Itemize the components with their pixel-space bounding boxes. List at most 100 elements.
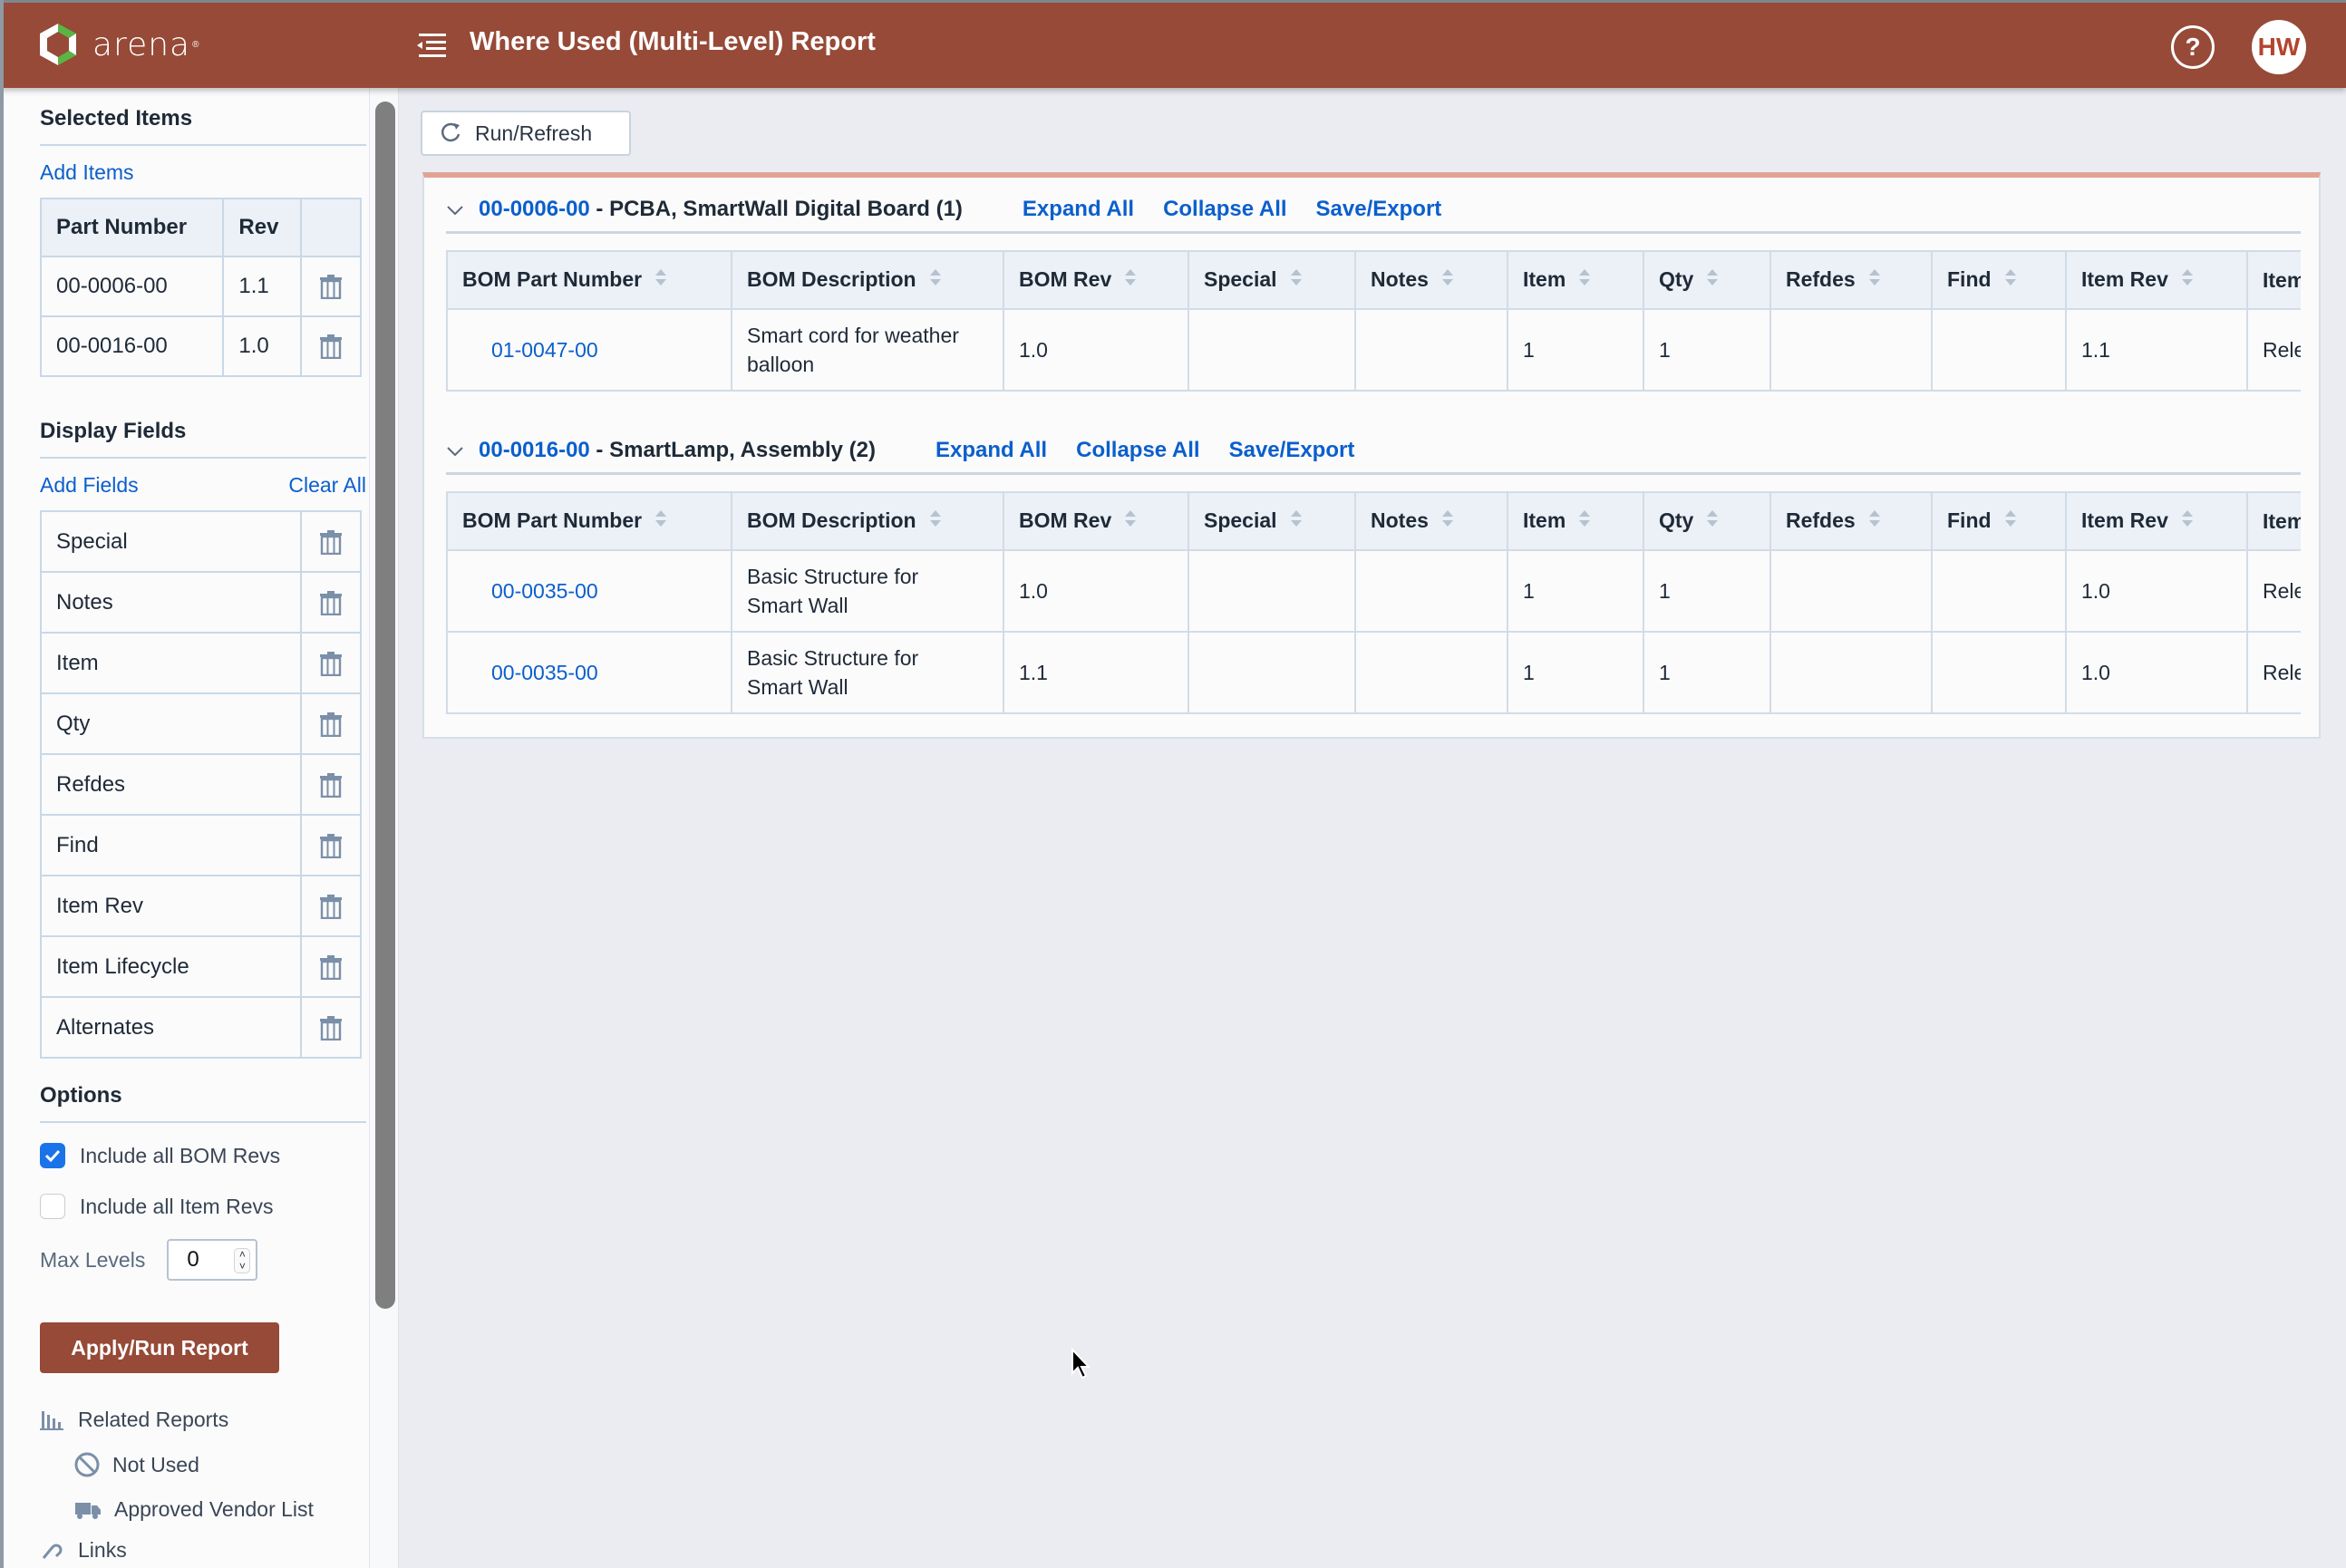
include-bom-revs-checkbox[interactable] [40, 1143, 65, 1168]
remove-field-button[interactable] [300, 875, 362, 937]
column-header[interactable]: BOM Part Number [446, 250, 732, 310]
remove-item-button[interactable] [300, 315, 362, 377]
column-header[interactable]: Item [1507, 491, 1644, 551]
sort-icon[interactable] [1290, 267, 1303, 293]
related-report-approved-vendor-list[interactable]: Approved Vendor List [40, 1497, 366, 1522]
sort-icon[interactable] [1578, 267, 1591, 293]
add-fields-link[interactable]: Add Fields [40, 473, 139, 498]
remove-field-button[interactable] [300, 571, 362, 634]
include-bom-revs-option[interactable]: Include all BOM Revs [40, 1143, 366, 1168]
display-field-row: Refdes [39, 753, 362, 816]
remove-field-button[interactable] [300, 996, 362, 1059]
display-field-row: Item Rev [39, 875, 362, 937]
max-levels-stepper[interactable]: ˄ ˅ [234, 1248, 251, 1273]
sort-icon[interactable] [1441, 267, 1454, 293]
column-header[interactable]: Special [1188, 250, 1356, 310]
sort-icon[interactable] [1124, 508, 1137, 534]
column-header[interactable]: Find [1931, 250, 2067, 310]
save-export-link[interactable]: Save/Export [1229, 438, 1355, 463]
collapse-group-toggle[interactable] [446, 197, 466, 222]
bom-part-number-link[interactable]: 01-0047-00 [446, 308, 732, 392]
sort-icon[interactable] [2004, 508, 2017, 534]
column-header[interactable]: Item Lifecycle [2246, 250, 2301, 310]
related-report-not-used[interactable]: Not Used [40, 1452, 366, 1477]
max-levels-input[interactable]: 0 ˄ ˅ [167, 1239, 258, 1281]
sort-icon[interactable] [1578, 508, 1591, 534]
table-cell [1769, 549, 1933, 633]
column-header[interactable]: Item Lifecycle [2246, 491, 2301, 551]
column-header[interactable]: Special [1188, 491, 1356, 551]
sort-icon[interactable] [654, 267, 667, 293]
column-header[interactable]: Refdes [1769, 250, 1933, 310]
include-item-revs-checkbox[interactable] [40, 1194, 65, 1219]
table-cell [1354, 549, 1508, 633]
sort-icon[interactable] [2181, 267, 2194, 293]
arena-logo-icon [40, 24, 76, 65]
column-header[interactable]: Find [1931, 491, 2067, 551]
display-field-label: Find [39, 814, 303, 876]
sort-icon[interactable] [1124, 267, 1137, 293]
column-header[interactable]: Item Rev [2065, 250, 2248, 310]
sort-icon[interactable] [929, 508, 942, 534]
sort-icon[interactable] [1706, 267, 1719, 293]
column-header[interactable]: Notes [1354, 250, 1508, 310]
expand-all-link[interactable]: Expand All [1023, 197, 1134, 222]
sort-icon[interactable] [1868, 508, 1881, 534]
sort-icon[interactable] [929, 267, 942, 293]
column-header[interactable]: BOM Part Number [446, 491, 732, 551]
expand-all-link[interactable]: Expand All [935, 438, 1047, 463]
sort-icon[interactable] [2004, 267, 2017, 293]
column-header[interactable]: Qty [1643, 491, 1771, 551]
column-header[interactable]: Item Rev [2065, 491, 2248, 551]
column-header-label: BOM Description [747, 266, 916, 291]
options-section: Options Include all BOM Revs Include all… [40, 1083, 366, 1281]
column-header[interactable]: BOM Rev [1003, 250, 1189, 310]
table-cell: 1.0 [1003, 549, 1189, 633]
sidebar-scrollbar[interactable] [375, 102, 395, 1309]
apply-run-report-button[interactable]: Apply/Run Report [40, 1322, 279, 1373]
table-row: 00-0006-00 1.1 [39, 256, 362, 317]
sort-icon[interactable] [1290, 508, 1303, 534]
remove-field-button[interactable] [300, 692, 362, 755]
sort-icon[interactable] [654, 508, 667, 534]
remove-field-button[interactable] [300, 814, 362, 876]
sort-icon[interactable] [2181, 508, 2194, 534]
arena-logo[interactable]: arena ® [36, 22, 199, 67]
bom-part-number-link[interactable]: 00-0035-00 [446, 549, 732, 633]
column-header[interactable]: BOM Description [731, 491, 1004, 551]
collapse-all-link[interactable]: Collapse All [1076, 438, 1199, 463]
column-header[interactable]: Item [1507, 250, 1644, 310]
add-items-link[interactable]: Add Items [40, 160, 366, 185]
remove-field-button[interactable] [300, 632, 362, 694]
remove-item-button[interactable] [300, 256, 362, 317]
bom-part-number-link[interactable]: 00-0035-00 [446, 631, 732, 714]
collapse-all-link[interactable]: Collapse All [1163, 197, 1286, 222]
user-initials: HW [2257, 33, 2301, 61]
collapse-group-toggle[interactable] [446, 438, 466, 463]
related-reports-heading[interactable]: Related Reports [40, 1408, 366, 1432]
collapse-sidebar-button[interactable] [415, 33, 448, 58]
column-header[interactable]: Notes [1354, 491, 1508, 551]
column-header[interactable]: Qty [1643, 250, 1771, 310]
group-part-number-link[interactable]: 00-0006-00 [479, 197, 590, 222]
clear-all-link[interactable]: Clear All [288, 473, 366, 498]
help-button[interactable]: ? [2171, 25, 2215, 69]
column-header[interactable]: BOM Rev [1003, 491, 1189, 551]
links-section-heading[interactable]: Links [40, 1538, 366, 1563]
trash-icon [319, 528, 343, 556]
sort-icon[interactable] [1441, 508, 1454, 534]
column-header[interactable]: BOM Description [731, 250, 1004, 310]
remove-field-button[interactable] [300, 935, 362, 998]
column-header[interactable]: Refdes [1769, 491, 1933, 551]
run-refresh-button[interactable]: Run/Refresh [421, 111, 631, 156]
where-used-table-container: BOM Part Number BOM Description BOM Rev Spe… [446, 250, 2301, 392]
sort-icon[interactable] [1706, 508, 1719, 534]
bar-chart-icon [40, 1410, 63, 1430]
sort-icon[interactable] [1868, 267, 1881, 293]
remove-field-button[interactable] [300, 510, 362, 573]
user-avatar[interactable]: HW [2252, 20, 2306, 74]
save-export-link[interactable]: Save/Export [1316, 197, 1442, 222]
include-item-revs-option[interactable]: Include all Item Revs [40, 1194, 366, 1219]
group-part-number-link[interactable]: 00-0016-00 [479, 438, 590, 463]
remove-field-button[interactable] [300, 753, 362, 816]
